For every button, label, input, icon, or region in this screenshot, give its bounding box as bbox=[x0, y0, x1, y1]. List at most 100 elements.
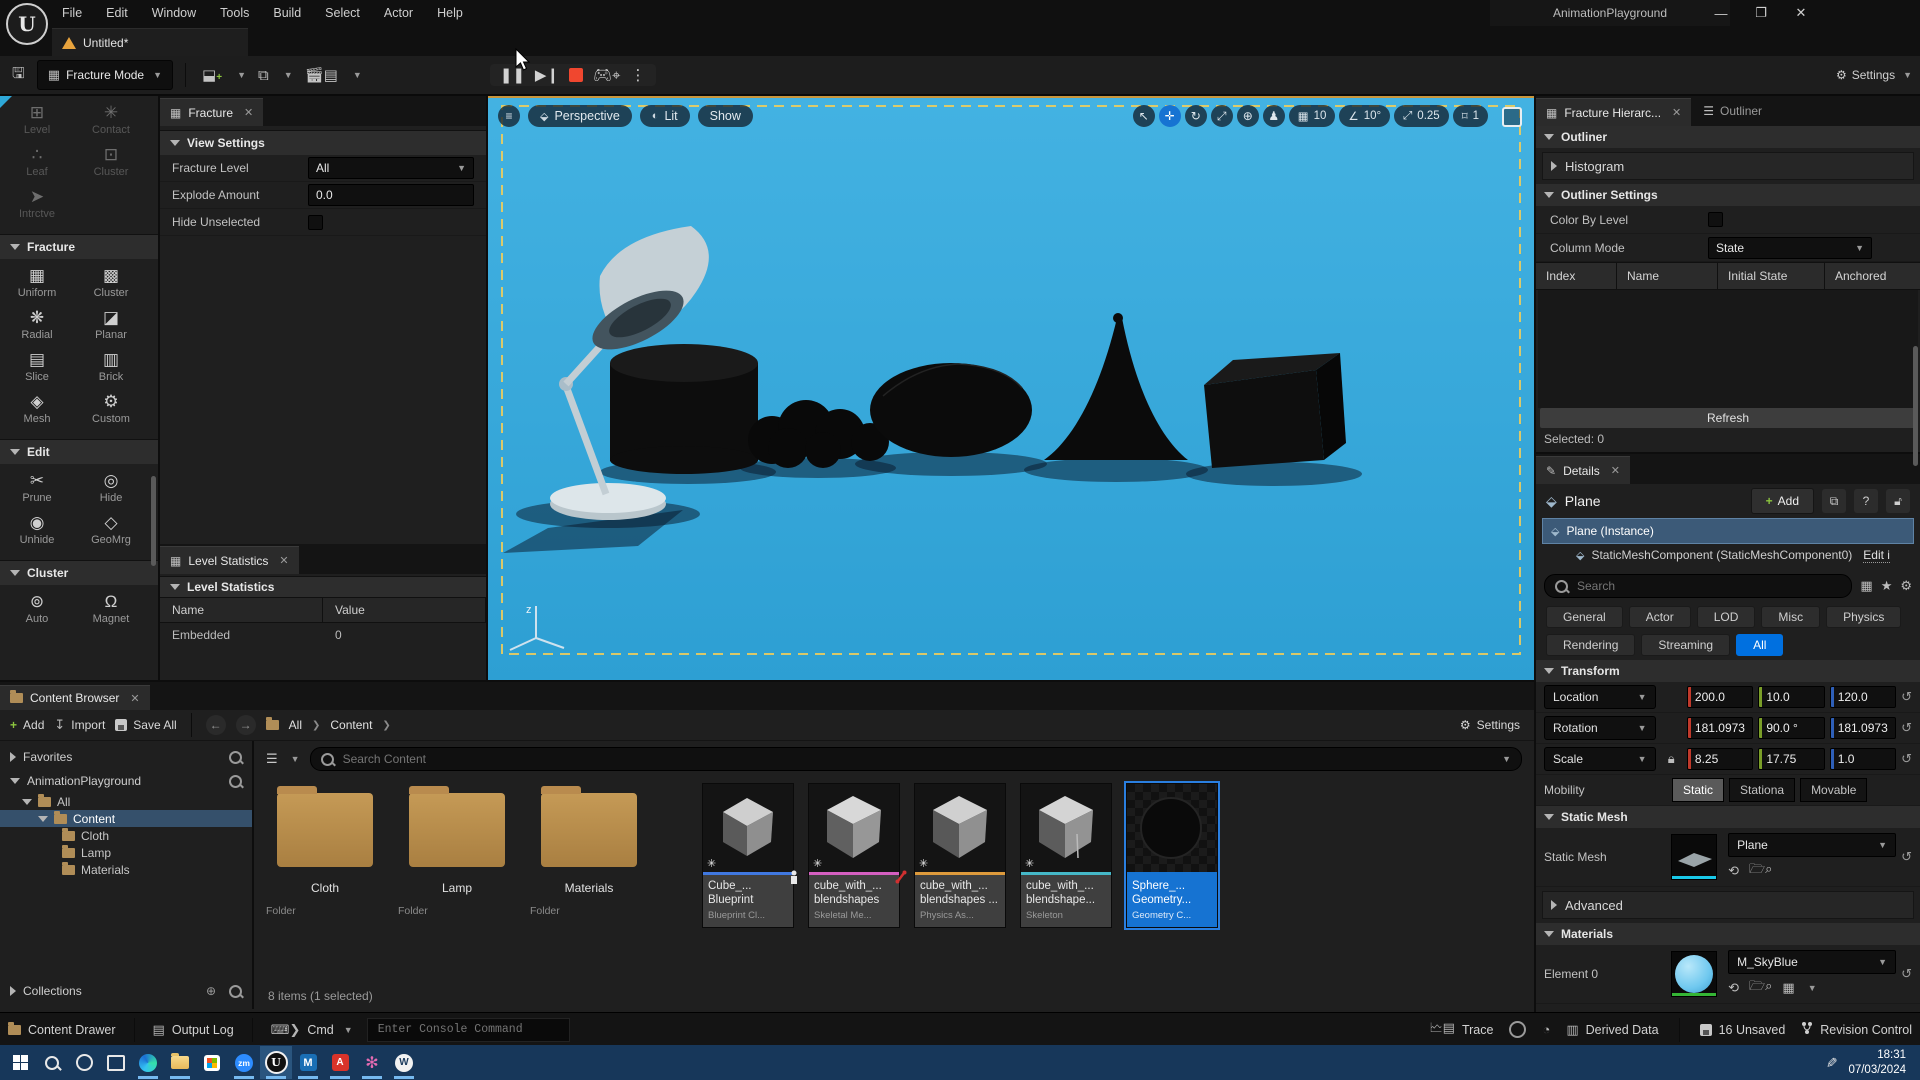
search-icon[interactable] bbox=[229, 751, 242, 764]
display-grid-icon[interactable]: ▦ bbox=[1860, 578, 1872, 594]
tool-cluster-fracture[interactable]: ▩ Cluster bbox=[74, 267, 148, 299]
static-mesh-component-row[interactable]: ⬙ StaticMeshComponent (StaticMeshCompone… bbox=[1542, 544, 1914, 566]
collections-expander[interactable]: Collections ⊕ bbox=[0, 979, 252, 1003]
menu-build[interactable]: Build bbox=[263, 2, 311, 24]
folder-materials[interactable]: Materials Folder bbox=[530, 783, 648, 917]
outliner-settings-header[interactable]: Outliner Settings bbox=[1536, 184, 1920, 206]
folder-cloth[interactable]: Cloth Folder bbox=[266, 783, 384, 917]
step-forward-icon[interactable]: ▶❙ bbox=[535, 66, 559, 84]
console-command-input[interactable] bbox=[367, 1018, 570, 1042]
tool-unhide[interactable]: ◉ Unhide bbox=[0, 514, 74, 546]
breadcrumb-all[interactable]: All bbox=[289, 718, 302, 732]
section-cluster[interactable]: Cluster bbox=[0, 560, 158, 585]
rotation-y-field[interactable]: 90.0 ° bbox=[1758, 717, 1824, 739]
close-icon[interactable]: ✕ bbox=[279, 554, 288, 567]
filter-misc[interactable]: Misc bbox=[1761, 606, 1820, 628]
document-tab[interactable]: Untitled* bbox=[52, 28, 248, 56]
scale-y-field[interactable]: 17.75 bbox=[1758, 748, 1824, 770]
tool-uniform[interactable]: ▦ Uniform bbox=[0, 267, 74, 299]
task-view-icon[interactable] bbox=[100, 1046, 132, 1079]
output-log-button[interactable]: ▤ Output Log bbox=[153, 1022, 234, 1038]
location-z-field[interactable]: 120.0 bbox=[1830, 686, 1896, 708]
material-thumbnail[interactable] bbox=[1671, 951, 1717, 997]
column-value[interactable]: Value bbox=[323, 598, 486, 622]
location-y-field[interactable]: 10.0 bbox=[1758, 686, 1824, 708]
use-selected-asset-icon[interactable]: ⟲ bbox=[1728, 980, 1739, 996]
details-tab[interactable]: ✎ Details ✕ bbox=[1536, 456, 1630, 484]
histogram-expander[interactable]: Histogram bbox=[1542, 152, 1914, 180]
cortana-icon[interactable] bbox=[68, 1046, 100, 1079]
filter-general[interactable]: General bbox=[1546, 606, 1623, 628]
outliner-tab[interactable]: ☰ Outliner bbox=[1691, 96, 1774, 126]
fracture-panel-tab[interactable]: ▦ Fracture ✕ bbox=[160, 98, 263, 126]
cmd-dropdown[interactable]: ⌨︎❯ Cmd ▼ bbox=[271, 1022, 353, 1038]
back-icon[interactable]: ← bbox=[206, 715, 226, 735]
blueprints-icon[interactable]: ⧉ bbox=[254, 65, 273, 86]
level-viewport[interactable]: z ≡ ⬙ Perspective ◐ Lit Show ↖ ✛ ↻ ⤢ ⊕ ♟… bbox=[488, 96, 1534, 680]
chevron-down-icon[interactable]: ▼ bbox=[353, 70, 362, 80]
browse-to-asset-icon[interactable]: 🗁︎⌕ bbox=[1749, 860, 1772, 882]
static-mesh-thumbnail[interactable] bbox=[1671, 834, 1717, 880]
details-search-input[interactable] bbox=[1544, 574, 1852, 598]
import-button[interactable]: ↧ Import bbox=[54, 717, 105, 733]
move-tool-icon[interactable]: ✛ bbox=[1159, 105, 1181, 127]
rotation-dropdown[interactable]: Rotation ▼ bbox=[1544, 716, 1656, 740]
perspective-dropdown[interactable]: ⬙ Perspective bbox=[528, 105, 632, 127]
app-w-icon[interactable]: W bbox=[388, 1046, 420, 1079]
tool-interactive[interactable]: ➤ Intrctve bbox=[0, 188, 74, 220]
advanced-expander[interactable]: Advanced bbox=[1542, 891, 1914, 919]
column-name[interactable]: Name bbox=[160, 598, 323, 622]
revision-control-button[interactable]: Revision Control bbox=[1801, 1021, 1912, 1038]
unsaved-button[interactable]: 16 Unsaved bbox=[1700, 1023, 1786, 1037]
menu-file[interactable]: File bbox=[52, 2, 92, 24]
asset-cube-skeleton[interactable]: ✳ cube_with_... blendshape... Skeleton bbox=[1020, 783, 1112, 928]
static-mesh-section-header[interactable]: Static Mesh bbox=[1536, 806, 1920, 828]
select-tool-icon[interactable]: ↖ bbox=[1133, 105, 1155, 127]
gamepad-icon[interactable]: 🎮︎⌖ bbox=[593, 66, 621, 84]
grid-snap-control[interactable]: ▦ 10 bbox=[1289, 105, 1336, 127]
chevron-down-icon[interactable]: ▼ bbox=[284, 70, 293, 80]
filter-actor[interactable]: Actor bbox=[1629, 606, 1691, 628]
search-icon[interactable] bbox=[229, 985, 242, 998]
tool-radial[interactable]: ❋ Radial bbox=[0, 309, 74, 341]
browse-to-asset-icon[interactable]: 🗁︎⌕ bbox=[1749, 977, 1772, 999]
unreal-engine-taskbar-icon[interactable]: U bbox=[260, 1046, 292, 1079]
unlock-icon[interactable]: 🔓︎ bbox=[1886, 489, 1910, 513]
view-mode-dropdown[interactable]: ◐ Lit bbox=[640, 105, 690, 127]
cone-actor[interactable] bbox=[1044, 313, 1188, 460]
world-space-icon[interactable]: ⊕ bbox=[1237, 105, 1259, 127]
view-settings-header[interactable]: View Settings bbox=[160, 130, 486, 155]
section-edit[interactable]: Edit bbox=[0, 439, 158, 464]
mobility-stationary[interactable]: Stationa bbox=[1729, 778, 1795, 802]
explode-amount-input[interactable]: 0.0 bbox=[308, 184, 474, 206]
tree-item-materials[interactable]: Materials bbox=[0, 861, 252, 878]
maya-icon[interactable]: M bbox=[292, 1046, 324, 1079]
save-icon[interactable]: 🖫 bbox=[8, 61, 29, 90]
file-explorer-icon[interactable] bbox=[164, 1046, 196, 1079]
column-index[interactable]: Index bbox=[1536, 263, 1617, 289]
insights-icon[interactable] bbox=[1509, 1021, 1526, 1038]
reset-material-icon[interactable]: ↺ bbox=[1901, 966, 1912, 982]
close-icon[interactable]: ✕ bbox=[1672, 106, 1681, 119]
project-expander[interactable]: AnimationPlayground bbox=[0, 769, 252, 793]
breadcrumb-content[interactable]: Content bbox=[330, 718, 372, 732]
tree-item-cloth[interactable]: Cloth bbox=[0, 827, 252, 844]
close-button[interactable]: ✕ bbox=[1788, 5, 1814, 21]
details-scrollbar[interactable] bbox=[1913, 346, 1918, 466]
tool-planar[interactable]: ◪ Planar bbox=[74, 309, 148, 341]
filter-rendering[interactable]: Rendering bbox=[1546, 634, 1635, 656]
transform-section-header[interactable]: Transform bbox=[1536, 660, 1920, 682]
tool-auto-cluster[interactable]: ⊚ Auto bbox=[0, 593, 74, 625]
tool-hide[interactable]: ◎ Hide bbox=[74, 472, 148, 504]
taskbar-clock[interactable]: ✎ 18:31 07/03/2024 bbox=[1825, 1048, 1916, 1077]
tree-item-lamp[interactable]: Lamp bbox=[0, 844, 252, 861]
scale-lock-icon[interactable]: 🔒︎ bbox=[1661, 751, 1682, 767]
reset-scale-icon[interactable]: ↺ bbox=[1901, 751, 1912, 767]
folder-lamp[interactable]: Lamp Folder bbox=[398, 783, 516, 917]
table-row[interactable]: Embedded 0 bbox=[160, 623, 486, 647]
asset-cube-physics[interactable]: ✳ cube_with_... blendshapes ... Physics … bbox=[914, 783, 1006, 928]
asset-cube-blueprint[interactable]: ✳ Cube_... Blueprint Blueprint Cl... bbox=[702, 783, 794, 928]
level-statistics-header[interactable]: Level Statistics bbox=[160, 576, 486, 597]
show-flags-dropdown[interactable]: Show bbox=[698, 105, 753, 127]
mode-selector-button[interactable]: ▦ Fracture Mode ▼ bbox=[37, 60, 173, 90]
